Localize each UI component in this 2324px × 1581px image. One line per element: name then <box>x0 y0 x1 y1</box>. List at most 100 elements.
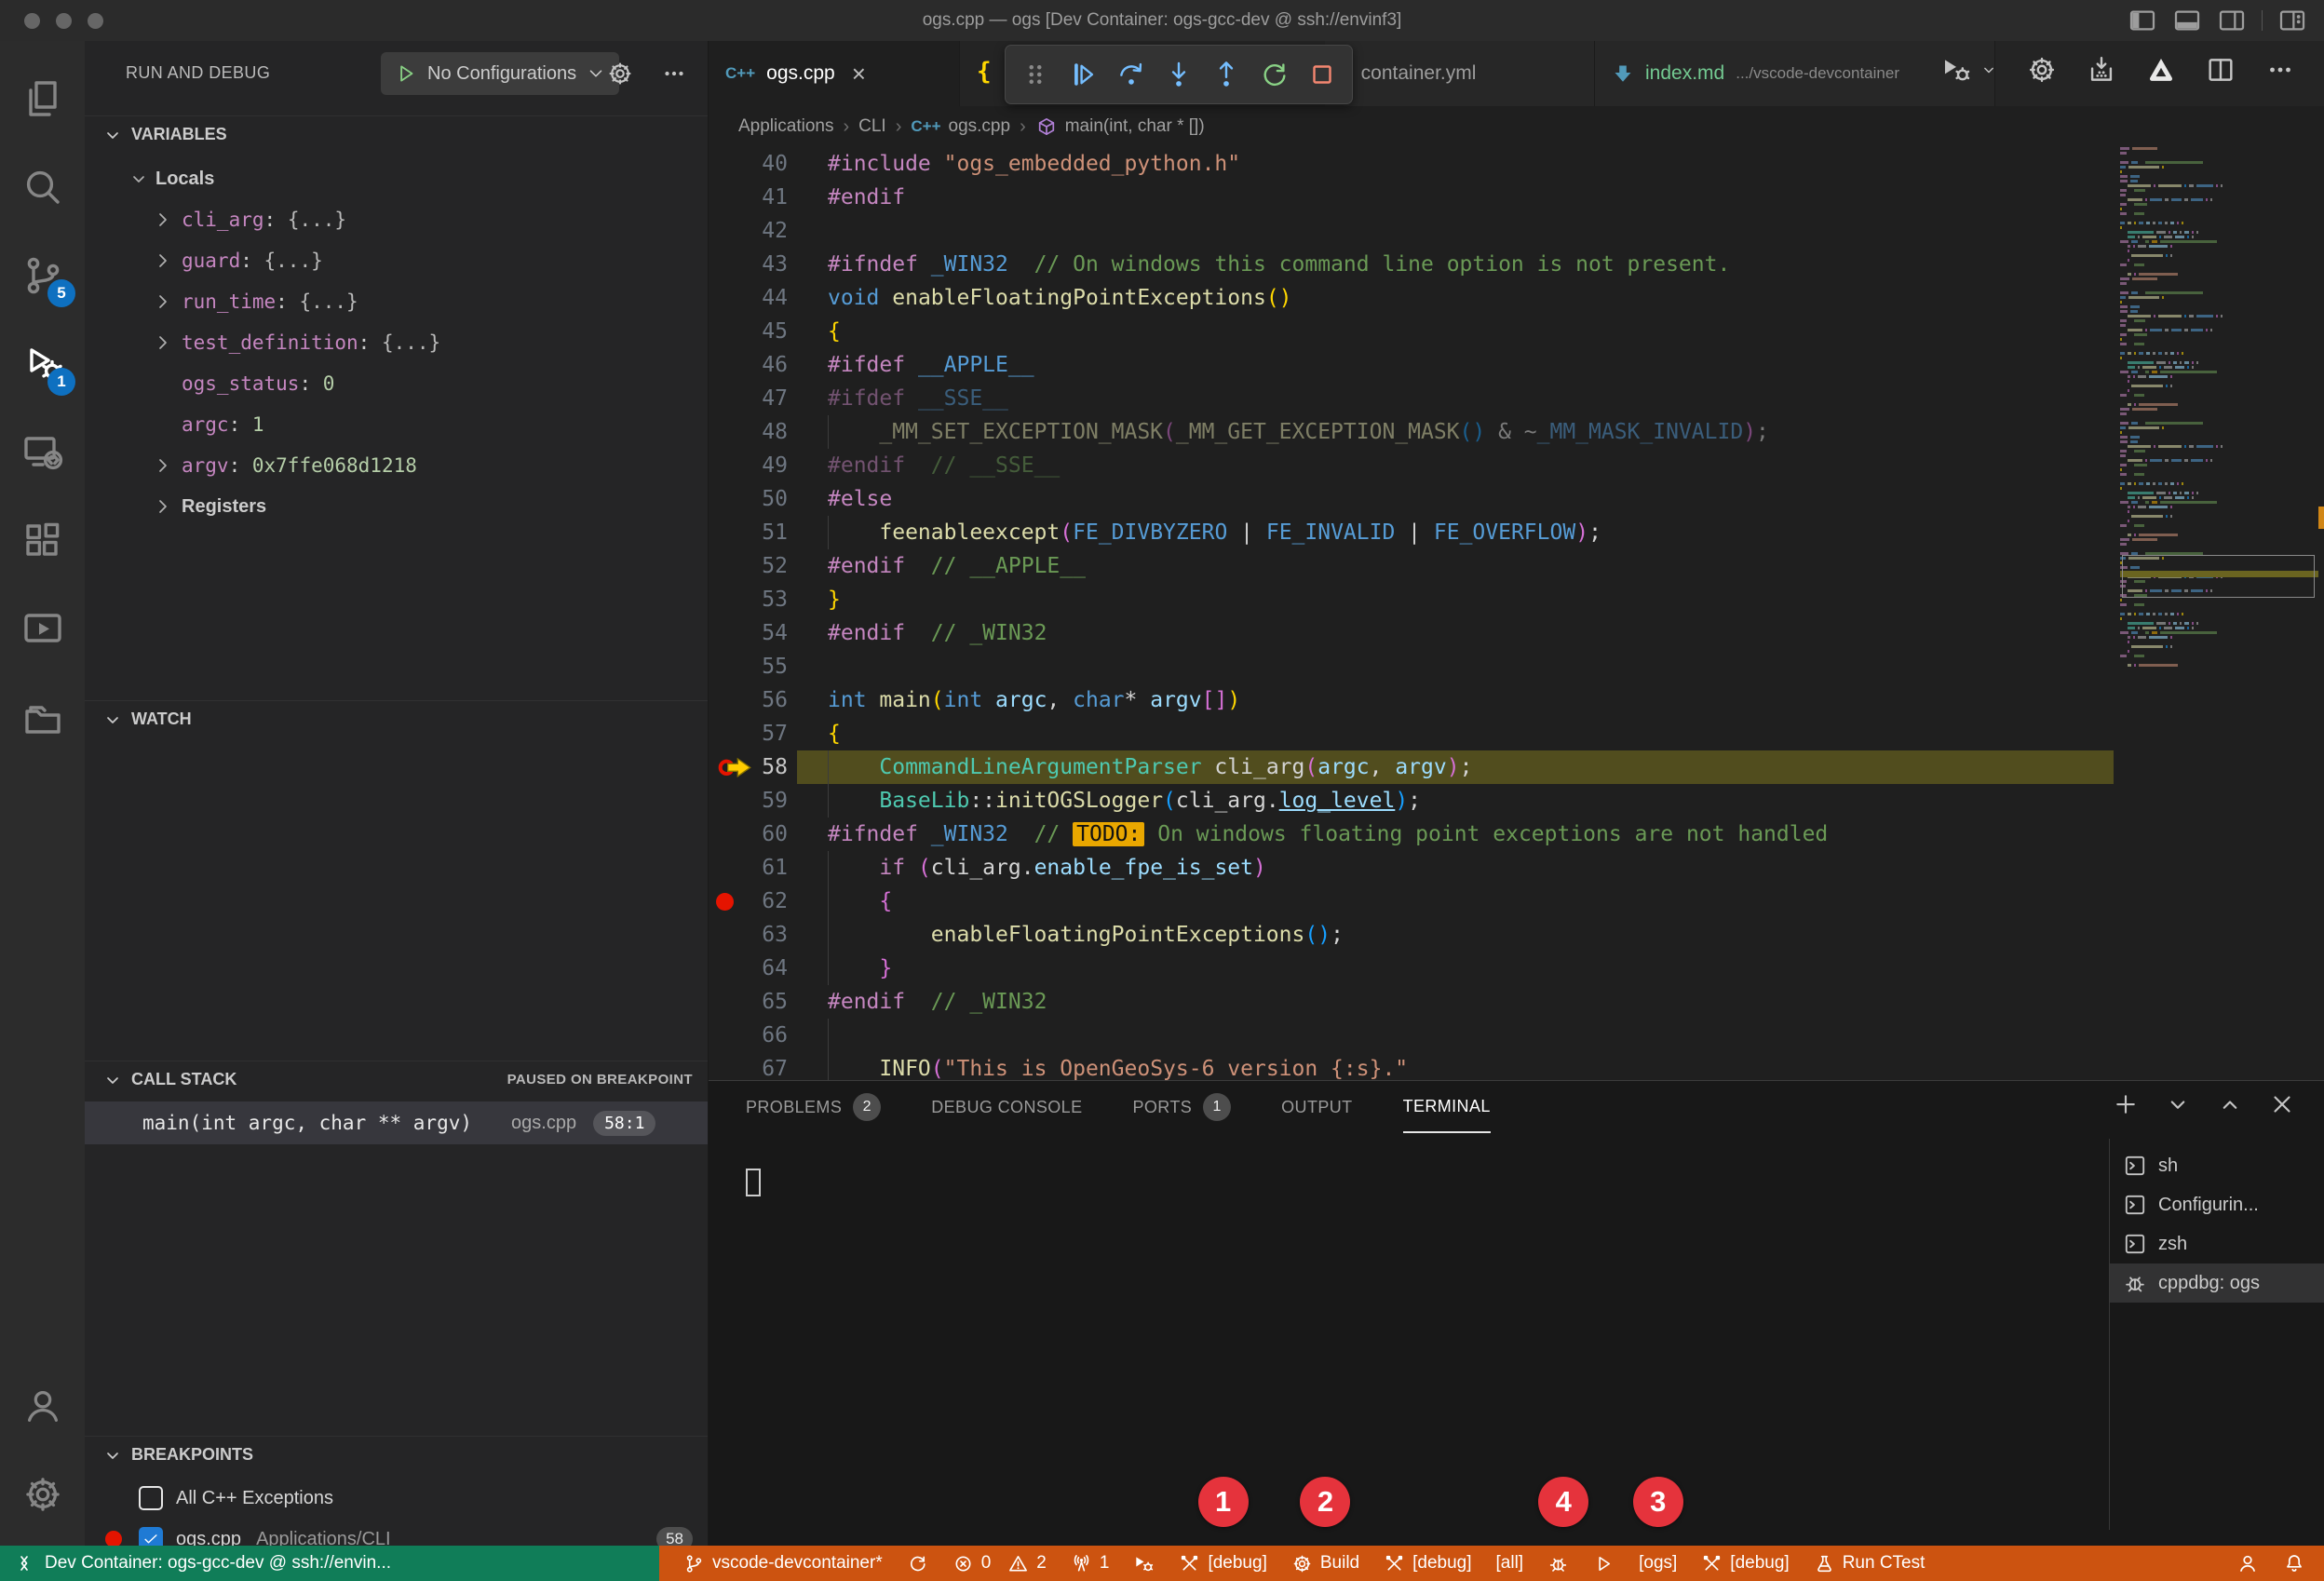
code-editor[interactable]: 40#include "ogs_embedded_python.h"41#end… <box>709 147 2324 1080</box>
registers-row[interactable]: Registers <box>85 486 708 527</box>
twisty-icon[interactable] <box>152 331 174 354</box>
section-header-call-stack[interactable]: CALL STACKPAUSED ON BREAKPOINT <box>85 1061 708 1098</box>
window-title: ogs.cpp — ogs [Dev Container: ogs-gcc-de… <box>0 0 2324 41</box>
panel-tab-ports[interactable]: PORTS1 <box>1132 1081 1231 1133</box>
step-over-button[interactable] <box>1111 54 1151 95</box>
code-text: feenableexcept(FE_DIVBYZERO | FE_INVALID… <box>828 516 1601 549</box>
activity-bar-item-search[interactable] <box>0 150 85 224</box>
more-button[interactable] <box>2264 54 2296 86</box>
person-icon[interactable] <box>2236 1552 2259 1574</box>
status-item-ports[interactable]: 1 <box>1071 1553 1110 1574</box>
status-item-a[interactable]: [all] <box>1496 1553 1524 1574</box>
line-number: 51 <box>709 516 788 549</box>
status-item-b[interactable]: Build <box>1291 1553 1359 1574</box>
breadcrumb-item[interactable]: C++ogs.cpp <box>911 116 1010 137</box>
activity-bar-item-extensions[interactable] <box>0 504 85 578</box>
twisty-icon[interactable] <box>152 495 174 518</box>
activity-bar-item-explorer[interactable] <box>0 61 85 136</box>
debug-configuration-dropdown[interactable]: No Configurations <box>381 52 619 95</box>
variable-row[interactable]: argv: 0x7ffe068d1218 <box>85 445 708 486</box>
breadcrumb-item[interactable]: Applications <box>738 116 833 137</box>
locals-scope[interactable]: Locals <box>85 158 708 199</box>
section-header-watch[interactable]: WATCH <box>85 700 708 737</box>
status-item-branch[interactable]: vscode-devcontainer* <box>683 1553 883 1574</box>
status-item-bug[interactable] <box>1547 1553 1569 1574</box>
status-item-d1[interactable]: [debug] <box>1179 1553 1266 1574</box>
activity-bar-item-live-preview[interactable] <box>0 592 85 667</box>
line-number: 52 <box>709 549 788 583</box>
chevron-down-icon[interactable] <box>1979 61 1998 79</box>
status-item-o[interactable]: [ogs] <box>1639 1553 1677 1574</box>
restart-button[interactable] <box>1254 54 1294 95</box>
continue-button[interactable] <box>1062 54 1102 95</box>
panel-tab-debug-console[interactable]: DEBUG CONSOLE <box>931 1081 1082 1133</box>
twisty-icon[interactable] <box>152 454 174 477</box>
run-or-debug-button[interactable] <box>1940 54 1972 86</box>
status-item-play[interactable] <box>1593 1553 1615 1574</box>
new-terminal-button[interactable] <box>2112 1090 2140 1118</box>
terminal-list-item[interactable]: Configurin... <box>2110 1185 2324 1224</box>
sidebar-more-actions-icon[interactable] <box>660 60 688 88</box>
terminal-list-item[interactable]: cppdbg: ogs <box>2110 1263 2324 1303</box>
tab-index.md[interactable]: index.md.../vscode-devcontainer <box>1595 41 1995 106</box>
start-debugging-icon[interactable] <box>394 61 418 86</box>
layout-panel-icon[interactable] <box>2172 6 2202 35</box>
minimap[interactable] <box>2120 147 2318 743</box>
layout-customize-icon[interactable] <box>2277 6 2307 35</box>
breakpoint-checkbox[interactable] <box>139 1486 163 1510</box>
terminal-dropdown-icon[interactable] <box>2164 1090 2192 1118</box>
remote-indicator[interactable]: Dev Container: ogs-gcc-dev @ ssh://envin… <box>0 1546 659 1581</box>
panel-tab-output[interactable]: OUTPUT <box>1281 1081 1352 1133</box>
variable-row[interactable]: cli_arg: {...} <box>85 199 708 240</box>
terminal-list-item[interactable]: sh <box>2110 1146 2324 1185</box>
line-number: 62 <box>709 885 788 918</box>
line-number: 56 <box>709 683 788 717</box>
close-panel-icon[interactable] <box>2268 1090 2296 1118</box>
step-out-button[interactable] <box>1207 54 1247 95</box>
variable-row[interactable]: ogs_status: 0 <box>85 363 708 404</box>
debug-settings-gear-icon[interactable] <box>606 60 634 88</box>
activity-bar-item-project-manager[interactable] <box>0 681 85 755</box>
stop-button[interactable] <box>1303 54 1343 95</box>
maximize-panel-icon[interactable] <box>2216 1090 2244 1118</box>
layout-sidebar-left-icon[interactable] <box>2128 6 2157 35</box>
twisty-icon[interactable] <box>152 291 174 313</box>
activity-bar-item-remote-explorer[interactable] <box>0 415 85 490</box>
status-item-sync[interactable] <box>907 1553 928 1574</box>
section-header-breakpoints[interactable]: BREAKPOINTS <box>85 1436 708 1473</box>
status-item-d3[interactable]: [debug] <box>1701 1553 1789 1574</box>
variable-row[interactable]: guard: {...} <box>85 240 708 281</box>
status-item-d2[interactable]: [debug] <box>1384 1553 1471 1574</box>
activity-bar-item-run-and-debug[interactable]: 1 <box>0 327 85 401</box>
variable-row[interactable]: test_definition: {...} <box>85 322 708 363</box>
load-button[interactable] <box>2086 54 2117 86</box>
panel-tab-terminal[interactable]: TERMINAL <box>1403 1081 1491 1133</box>
layout-sidebar-right-icon[interactable] <box>2217 6 2247 35</box>
twisty-icon[interactable] <box>152 250 174 272</box>
terminal-list-item[interactable]: zsh <box>2110 1224 2324 1263</box>
gear-button[interactable] <box>2026 54 2058 86</box>
activity-bar-item-accounts[interactable] <box>0 1368 85 1442</box>
activity-bar-item-source-control[interactable]: 5 <box>0 238 85 313</box>
code-line: 42 <box>709 214 2324 248</box>
tab-ogs.cpp[interactable]: C++ogs.cpp× <box>709 41 960 106</box>
tab-container.yml[interactable]: !container.yml <box>1325 41 1595 106</box>
split-button[interactable] <box>2205 54 2236 86</box>
cmake-button[interactable] <box>2145 54 2177 86</box>
section-header-variables[interactable]: VARIABLES <box>85 115 708 153</box>
activity-bar-item-settings[interactable] <box>0 1457 85 1532</box>
twisty-icon[interactable] <box>152 209 174 231</box>
variable-row[interactable]: run_time: {...} <box>85 281 708 322</box>
panel-tab-problems[interactable]: PROBLEMS2 <box>746 1081 881 1133</box>
callstack-frame[interactable]: main(int argc, char ** argv)ogs.cpp58:1 <box>85 1101 708 1144</box>
status-item-problems[interactable]: 02 <box>953 1553 1047 1574</box>
bell-icon[interactable] <box>2283 1552 2305 1574</box>
close-tab-icon[interactable]: × <box>852 60 866 88</box>
variable-row[interactable]: argc: 1 <box>85 404 708 445</box>
breakpoint-row[interactable]: All C++ Exceptions <box>85 1479 708 1518</box>
status-item-debug-launch[interactable] <box>1133 1553 1155 1574</box>
step-into-button[interactable] <box>1158 54 1198 95</box>
status-item-ctest[interactable]: Run CTest <box>1814 1553 1925 1574</box>
breadcrumb-item[interactable]: main(int, char * []) <box>1035 115 1205 138</box>
breadcrumb-item[interactable]: CLI <box>858 116 886 137</box>
